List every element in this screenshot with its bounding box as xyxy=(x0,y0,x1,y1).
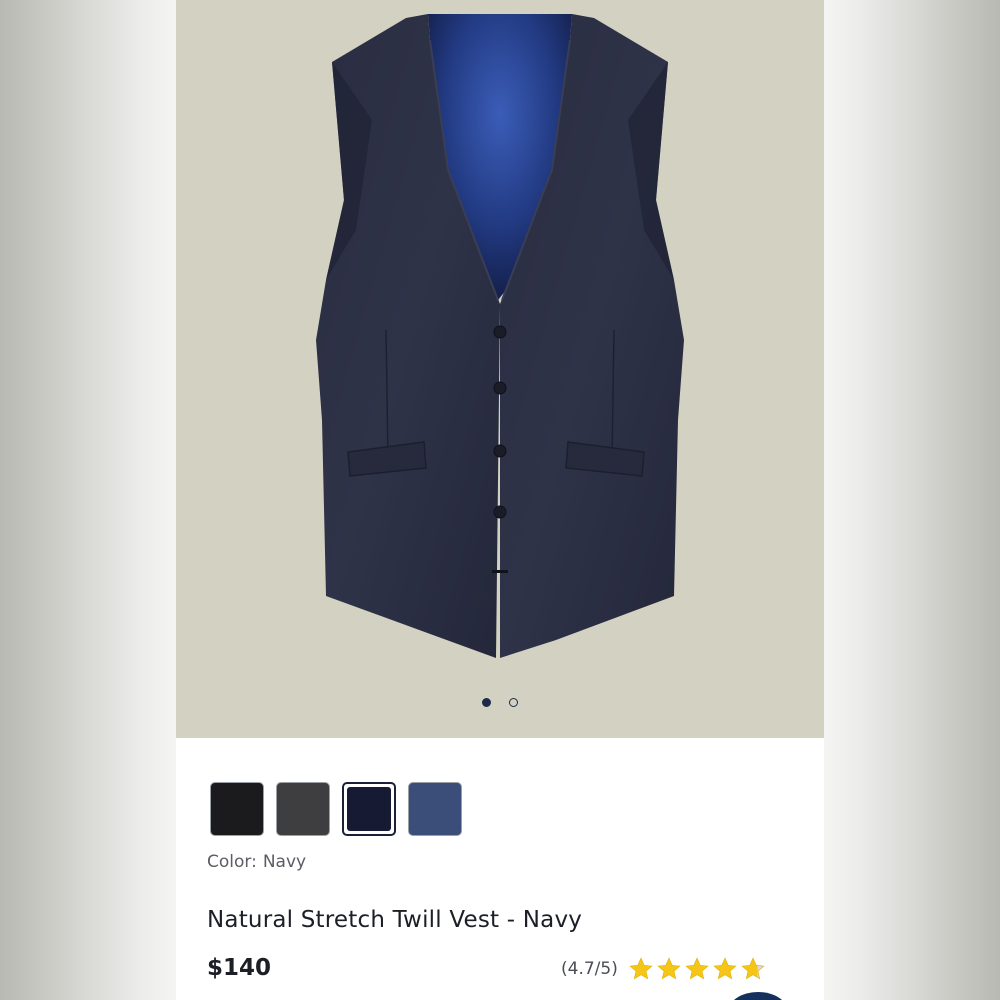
color-label: Color: xyxy=(207,852,257,872)
star-icon xyxy=(657,957,681,980)
star-rating xyxy=(628,956,766,982)
product-rating[interactable]: (4.7/5) xyxy=(561,956,766,982)
carousel-dot-1[interactable] xyxy=(482,697,491,707)
selected-color: Color: Navy xyxy=(207,852,312,872)
swatch-navy[interactable] xyxy=(342,782,396,836)
star-icon xyxy=(741,957,765,980)
color-swatch-list xyxy=(210,782,462,836)
rating-text: (4.7/5) xyxy=(561,959,618,979)
chat-button[interactable] xyxy=(728,992,788,1000)
product-title: Natural Stretch Twill Vest - Navy xyxy=(207,907,583,933)
product-page: Color: Navy Natural Stretch Twill Vest - … xyxy=(176,0,824,1000)
carousel-dot-2[interactable] xyxy=(509,697,518,707)
star-icon xyxy=(629,957,653,980)
product-image-gallery[interactable] xyxy=(176,0,824,738)
star-icon xyxy=(713,957,737,980)
swatch-charcoal[interactable] xyxy=(276,782,330,836)
vest-product-photo xyxy=(316,14,684,658)
swatch-navy-chip xyxy=(347,787,391,831)
carousel-indicator xyxy=(176,695,824,709)
color-value: Navy xyxy=(262,852,307,872)
product-price: $140 xyxy=(207,955,272,981)
swatch-black[interactable] xyxy=(210,782,264,836)
swatch-blue[interactable] xyxy=(408,782,462,836)
star-icon xyxy=(685,957,709,980)
